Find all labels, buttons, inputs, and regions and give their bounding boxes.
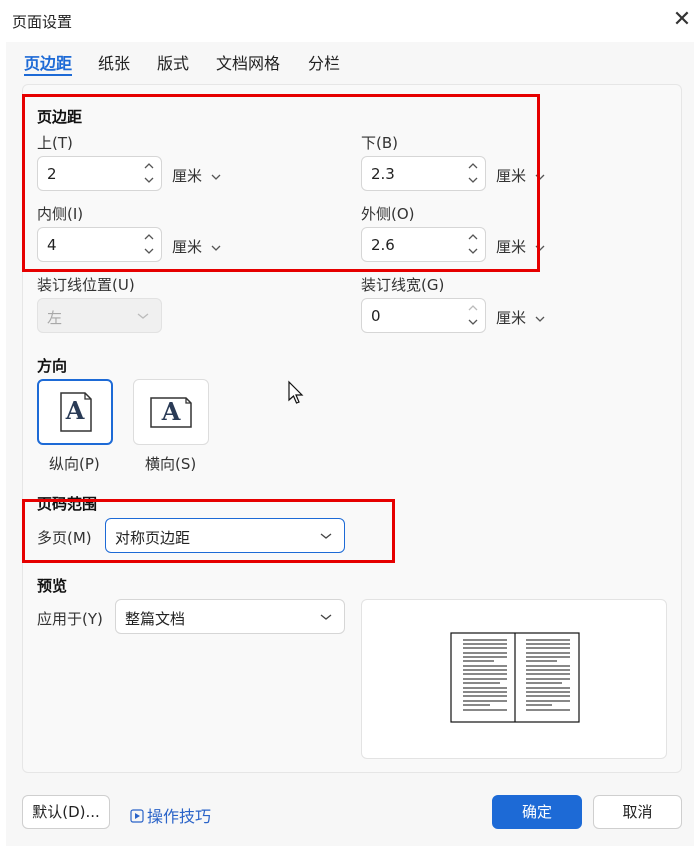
- page-range-highlight-box: [22, 499, 395, 563]
- cancel-button[interactable]: 取消: [593, 795, 682, 829]
- unit-label: 厘米: [496, 309, 527, 327]
- portrait-option[interactable]: A: [37, 379, 113, 445]
- close-icon[interactable]: ✕: [670, 8, 694, 32]
- tab-paper[interactable]: 纸张: [98, 50, 130, 74]
- landscape-glyph: A: [161, 397, 181, 426]
- ok-button[interactable]: 确定: [492, 795, 582, 829]
- gutter-width-input[interactable]: 0: [361, 298, 486, 333]
- apply-to-select[interactable]: 整篇文档: [115, 599, 345, 634]
- apply-to-label: 应用于(Y): [37, 610, 103, 628]
- gutter-position-value: 左: [47, 309, 63, 327]
- orientation-section-title: 方向: [37, 357, 68, 375]
- active-tab-indicator: [24, 74, 72, 76]
- title-bar: [0, 0, 700, 42]
- chevron-down-icon: [137, 313, 149, 319]
- preview-section-title: 预览: [37, 577, 68, 595]
- chevron-down-icon: [320, 614, 332, 620]
- gutter-position-label: 装订线位置(U): [37, 276, 135, 294]
- gutter-width-label: 装订线宽(G): [361, 276, 445, 294]
- spinner-arrows-icon[interactable]: [467, 301, 479, 330]
- default-button[interactable]: 默认(D)...: [22, 795, 110, 829]
- tab-layout[interactable]: 版式: [157, 50, 189, 74]
- tips-link[interactable]: 操作技巧: [130, 803, 211, 827]
- book-preview-icon: [450, 632, 580, 723]
- tips-label: 操作技巧: [147, 807, 212, 826]
- tab-columns[interactable]: 分栏: [308, 50, 340, 74]
- gutter-width-unit[interactable]: 厘米: [496, 307, 545, 328]
- portrait-label: 纵向(P): [49, 455, 100, 473]
- chevron-down-icon: [535, 316, 545, 322]
- window-title: 页面设置: [12, 13, 73, 31]
- tab-document-grid[interactable]: 文档网格: [216, 50, 280, 74]
- portrait-glyph: A: [65, 396, 85, 425]
- landscape-label: 横向(S): [145, 455, 197, 473]
- play-tips-icon: [130, 809, 144, 823]
- preview-panel: [361, 599, 667, 759]
- margins-highlight-box: [22, 94, 540, 272]
- landscape-option[interactable]: A: [133, 379, 209, 445]
- gutter-width-value: 0: [371, 307, 381, 325]
- tab-margins[interactable]: 页边距: [24, 50, 72, 74]
- gutter-position-select[interactable]: 左: [37, 298, 162, 333]
- apply-to-value: 整篇文档: [125, 610, 186, 628]
- mouse-cursor-icon: [288, 380, 304, 404]
